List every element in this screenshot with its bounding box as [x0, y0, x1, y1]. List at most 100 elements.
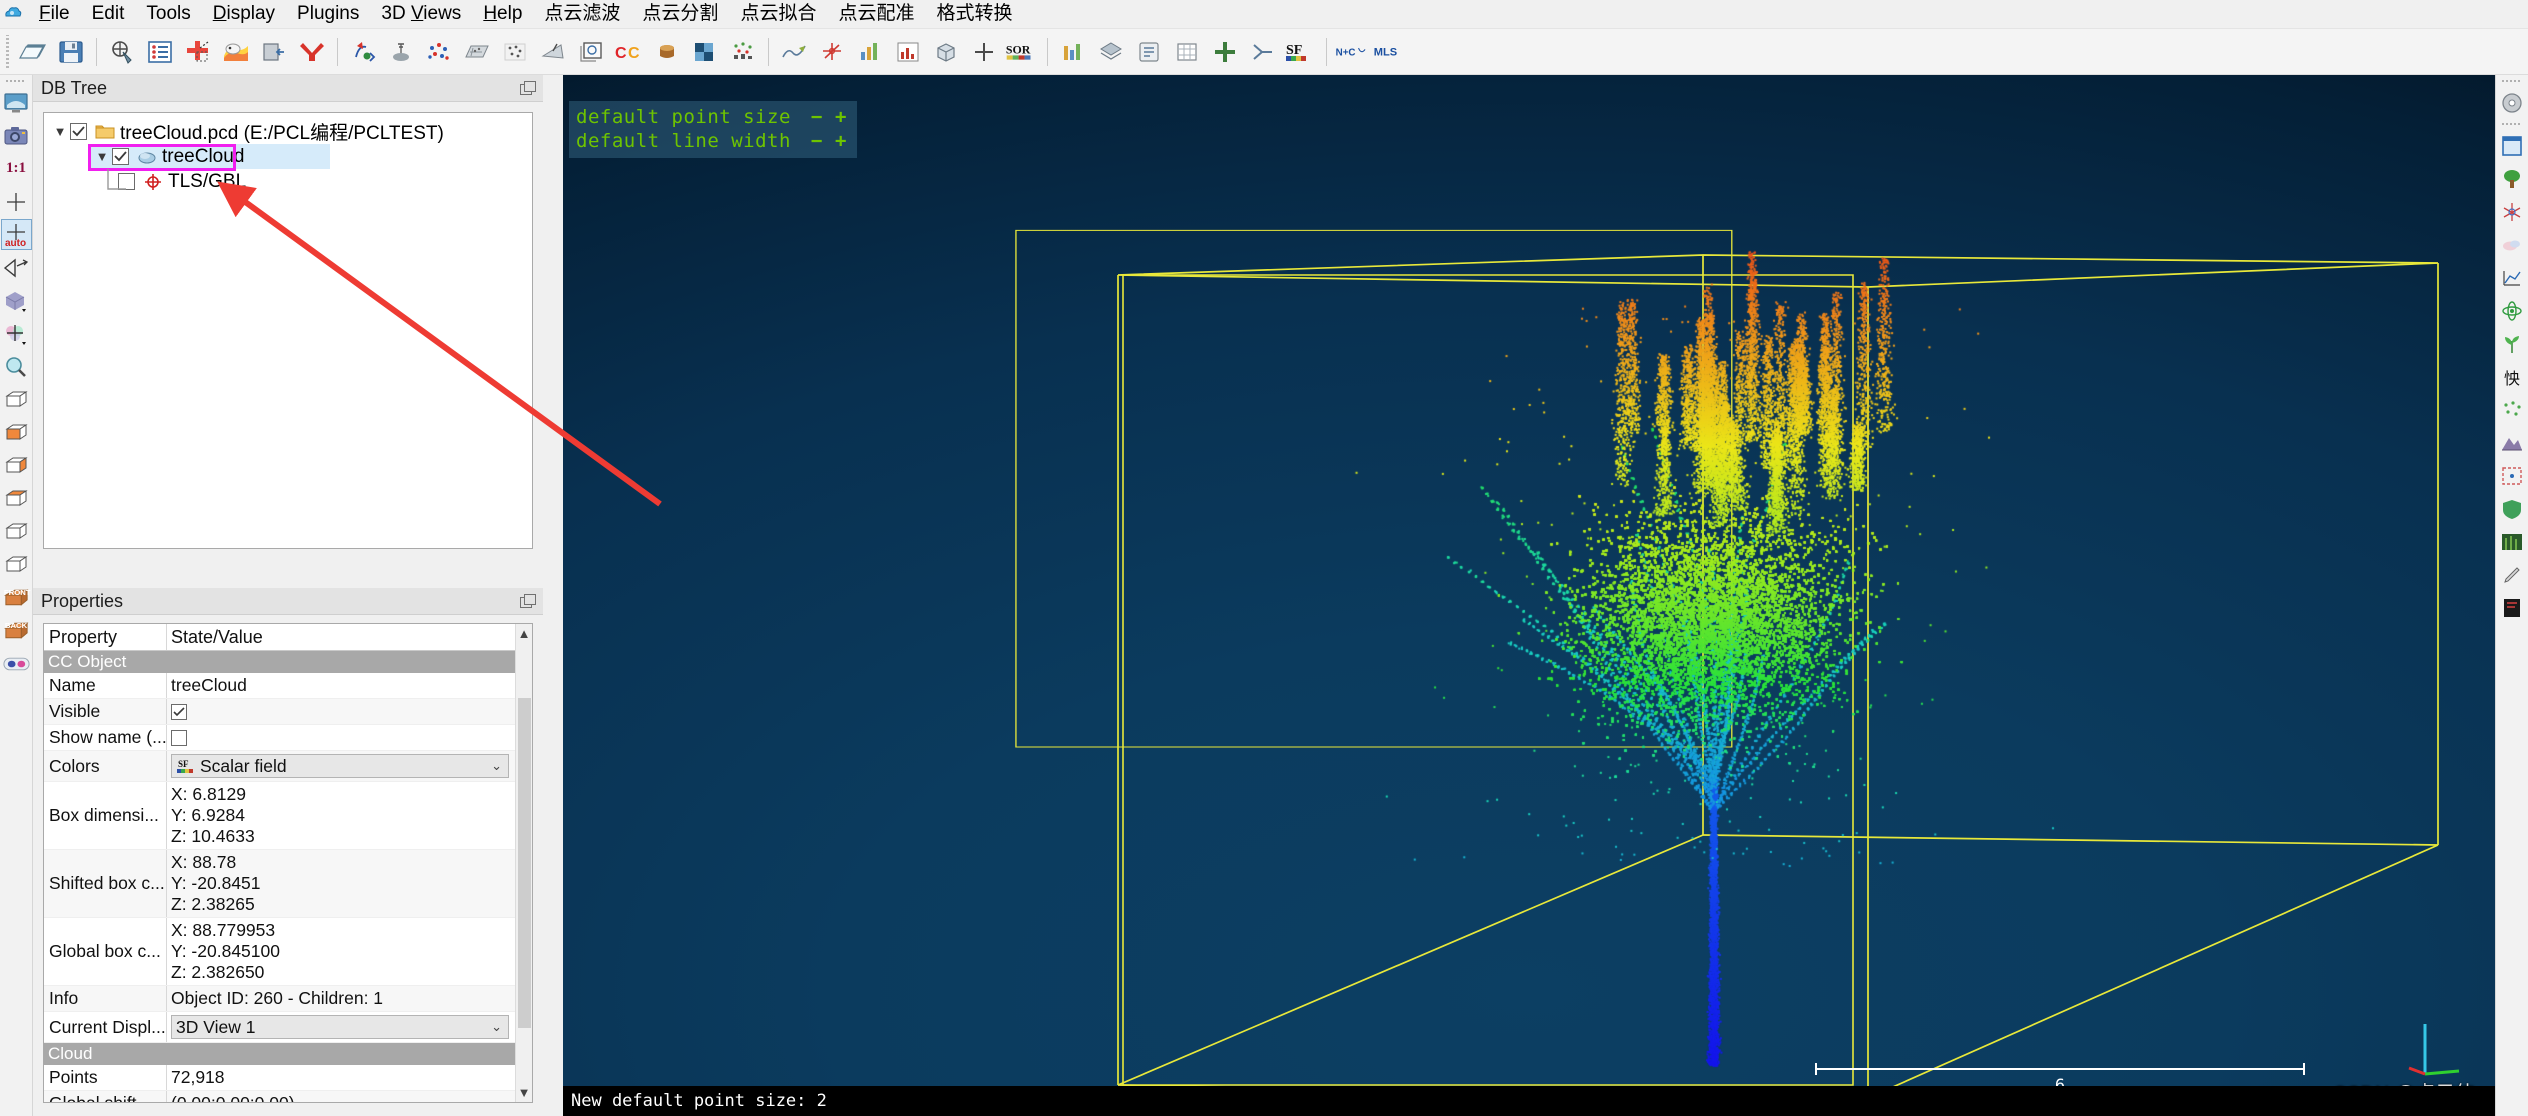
properties-checkbox-visible[interactable] [171, 704, 187, 720]
pick-point-icon[interactable] [104, 34, 140, 70]
tree-item-treecloud[interactable]: ▼treeCloud [90, 144, 330, 169]
properties-checkbox-show-name[interactable] [171, 730, 187, 746]
registration-icon[interactable] [345, 34, 381, 70]
properties-combo-current-displ[interactable]: 3D View 1⌄ [171, 1015, 509, 1039]
menu-item-[interactable]: 点云滤波 [533, 1, 631, 27]
tree-item-checkbox[interactable] [118, 173, 135, 190]
view-left-icon[interactable] [1, 450, 32, 481]
subsample-icon[interactable] [497, 34, 533, 70]
cc-label-icon[interactable]: C C [611, 34, 647, 70]
shield-green-icon[interactable] [2497, 493, 2528, 524]
3d-view[interactable]: default point size − + default line widt… [563, 75, 2495, 1116]
properties-scrollbar[interactable]: ▲ ▼ [515, 624, 532, 1102]
properties-value-colors[interactable]: SFScalar field⌄ [167, 751, 515, 781]
properties-list-icon[interactable] [142, 34, 178, 70]
tree-item-checkbox[interactable] [112, 148, 129, 165]
menu-item-[interactable]: 点云配准 [827, 1, 925, 27]
menu-item-tools[interactable]: Tools [135, 1, 201, 27]
menu-item-file[interactable]: File [28, 1, 81, 27]
histogram-icon[interactable] [890, 34, 926, 70]
db-tree-list[interactable]: ▼treeCloud.pcd (E:/PCL编程/PCLTEST)▼treeCl… [43, 112, 533, 549]
compute-icon[interactable] [1131, 34, 1167, 70]
view-bottom-icon[interactable] [1, 417, 32, 448]
undock-icon[interactable] [520, 81, 535, 96]
view-toolbar-handle[interactable] [5, 77, 27, 84]
layers-icon[interactable] [1093, 34, 1129, 70]
pen-icon[interactable] [2497, 559, 2528, 590]
axis-tripod-icon[interactable] [814, 34, 850, 70]
properties-combo-colors[interactable]: SFScalar field⌄ [171, 754, 509, 778]
nc-label-icon[interactable]: N+C [1334, 34, 1370, 70]
camera-icon[interactable] [1, 120, 32, 151]
curve-icon[interactable] [776, 34, 812, 70]
chevron-down-icon[interactable]: ▼ [92, 149, 112, 164]
molecule-icon[interactable] [2497, 295, 2528, 326]
window-blue-icon[interactable] [2497, 130, 2528, 161]
cloud-points-icon[interactable] [421, 34, 457, 70]
sf-label-icon[interactable]: SF [1283, 34, 1319, 70]
chart-bars-icon[interactable] [1055, 34, 1091, 70]
chevron-down-icon[interactable]: ▼ [50, 124, 70, 139]
raster-icon[interactable] [459, 34, 495, 70]
view-back-icon[interactable]: BACK [1, 615, 32, 646]
clouds-icon[interactable] [2497, 229, 2528, 260]
box-icon[interactable] [928, 34, 964, 70]
properties-value-show-name[interactable] [167, 725, 515, 750]
menu-item-[interactable]: 点云拟合 [729, 1, 827, 27]
snowflake-icon[interactable] [2497, 196, 2528, 227]
red-doc-icon[interactable] [2497, 592, 2528, 623]
add-point-icon[interactable] [180, 34, 216, 70]
graph-line-icon[interactable] [2497, 262, 2528, 293]
global-view-icon[interactable] [1, 87, 32, 118]
scroll-down-icon[interactable]: ▼ [518, 1085, 531, 1100]
delete-cross-icon[interactable] [294, 34, 330, 70]
properties-value-visible[interactable] [167, 699, 515, 724]
save-file-icon[interactable] [53, 34, 89, 70]
menu-item-[interactable]: 格式转换 [925, 1, 1023, 27]
db-tree-title-bar[interactable]: DB Tree [33, 75, 543, 102]
screenshot-icon[interactable] [573, 34, 609, 70]
magnifier-icon[interactable] [1, 351, 32, 382]
scroll-up-icon[interactable]: ▲ [518, 626, 531, 641]
plant-icon[interactable] [2497, 328, 2528, 359]
cross-add-icon[interactable] [1207, 34, 1243, 70]
sor-label-icon[interactable]: SOR [1004, 34, 1040, 70]
checkerboard-icon[interactable] [687, 34, 723, 70]
classify-icon[interactable] [725, 34, 761, 70]
menu-item-edit[interactable]: Edit [81, 1, 136, 27]
merge-icon[interactable] [1245, 34, 1281, 70]
menu-item-plugins[interactable]: Plugins [286, 1, 370, 27]
properties-value-current-displ[interactable]: 3D View 1⌄ [167, 1012, 515, 1042]
open-file-icon[interactable] [15, 34, 51, 70]
grid-icon[interactable] [1169, 34, 1205, 70]
colors-move-icon[interactable] [1, 318, 32, 349]
menu-item-[interactable]: 点云分割 [631, 1, 729, 27]
view-right-icon[interactable] [1, 483, 32, 514]
cjk-char-icon[interactable]: 怏 [2497, 361, 2528, 392]
pivot-auto-icon[interactable]: auto [1, 219, 32, 250]
menu-item-help[interactable]: Help [472, 1, 533, 27]
scrollbar-thumb[interactable] [518, 698, 531, 1028]
view-iso1-icon[interactable] [1, 516, 32, 547]
cube-light-icon[interactable] [1, 285, 32, 316]
colorize-icon[interactable] [218, 34, 254, 70]
normals-icon[interactable] [535, 34, 571, 70]
dots-green-icon[interactable] [2497, 394, 2528, 425]
mesh-icon[interactable] [383, 34, 419, 70]
menu-item-display[interactable]: Display [202, 1, 286, 27]
tree-green-icon[interactable] [2497, 163, 2528, 194]
plus-icon[interactable] [966, 34, 1002, 70]
properties-title-bar[interactable]: Properties [33, 588, 543, 615]
chevron-down-icon[interactable]: ⌄ [491, 758, 502, 774]
menu-item-3d-views[interactable]: 3D Views [370, 1, 472, 27]
view-top-icon[interactable] [1, 384, 32, 415]
stereo-icon[interactable] [1, 648, 32, 679]
view-front-icon[interactable]: FRONT [1, 582, 32, 613]
undock-icon[interactable] [520, 594, 535, 609]
volume-icon[interactable] [649, 34, 685, 70]
terrain-icon[interactable] [2497, 427, 2528, 458]
properties-table-container[interactable]: PropertyState/ValueCC ObjectNametreeClou… [43, 623, 533, 1103]
mls-label-icon[interactable]: MLS [1372, 34, 1408, 70]
select-region-icon[interactable] [2497, 460, 2528, 491]
tree-item-checkbox[interactable] [70, 123, 87, 140]
